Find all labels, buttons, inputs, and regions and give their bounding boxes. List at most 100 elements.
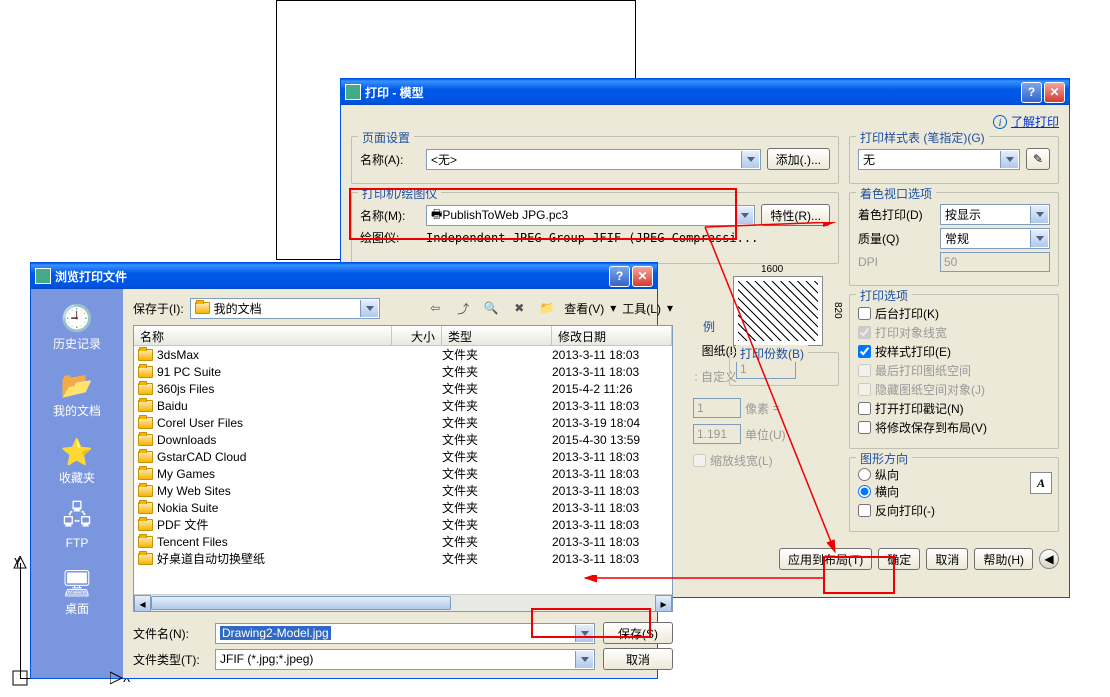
- file-type-select[interactable]: JFIF (*.jpg;*.jpeg): [215, 649, 595, 670]
- newfolder-icon[interactable]: 📁: [536, 297, 558, 319]
- sidebar-item-docs[interactable]: 📂我的文档: [31, 364, 123, 427]
- browse-close-icon[interactable]: ✕: [632, 266, 653, 287]
- opt-stamp-check[interactable]: 打开打印戳记(N): [858, 400, 1050, 417]
- opt-bg-check[interactable]: 后台打印(K): [858, 305, 1050, 322]
- ftp-icon: 🖧: [60, 502, 94, 536]
- printer-group: 打印机/绘图仪 名称(M): 🖶 PublishToWeb JPG.pc3 特性…: [351, 192, 839, 264]
- portrait-radio[interactable]: 纵向: [858, 466, 1050, 483]
- styles-edit-button[interactable]: ✎: [1026, 148, 1050, 170]
- reverse-check[interactable]: 反向打印(-): [858, 502, 1050, 519]
- help-button-icon[interactable]: ?: [1021, 82, 1042, 103]
- styles-legend: 打印样式表 (笔指定)(G): [856, 129, 989, 146]
- help-button[interactable]: 帮助(H): [974, 548, 1033, 570]
- file-name-input[interactable]: Drawing2-Model.jpg: [215, 623, 595, 644]
- opt-save-check[interactable]: 将修改保存到布局(V): [858, 419, 1050, 436]
- list-item[interactable]: Corel User Files文件夹2013-3-19 18:04: [134, 414, 672, 431]
- info-icon: i: [993, 115, 1007, 129]
- list-item[interactable]: Nokia Suite文件夹2013-3-11 18:03: [134, 499, 672, 516]
- browse-cancel-button[interactable]: 取消: [603, 648, 673, 670]
- col-name[interactable]: 名称: [134, 326, 392, 345]
- up-icon[interactable]: ⤴: [452, 297, 474, 319]
- shade-mode-select[interactable]: 按显示: [940, 204, 1050, 225]
- list-item[interactable]: PDF 文件文件夹2013-3-11 18:03: [134, 516, 672, 533]
- save-button[interactable]: 保存(S): [603, 622, 673, 644]
- print-title: 打印 - 模型: [365, 84, 424, 101]
- scale1-input: [693, 398, 741, 418]
- folder-icon: [138, 349, 153, 361]
- dpi-input: [940, 252, 1050, 272]
- copies-input[interactable]: [736, 359, 796, 379]
- save-in-select[interactable]: 我的文档: [190, 298, 380, 319]
- folder-icon: [138, 434, 153, 446]
- list-item[interactable]: Tencent Files文件夹2013-3-11 18:03: [134, 533, 672, 550]
- view-chevron[interactable]: ▾: [610, 301, 616, 315]
- printer-props-button[interactable]: 特性(R)...: [761, 204, 830, 226]
- eq-label: =: [773, 401, 780, 415]
- opt-bystyle-check[interactable]: 按样式打印(E): [858, 343, 1050, 360]
- options-legend: 打印选项: [856, 287, 912, 304]
- tools-menu[interactable]: 工具(L): [622, 300, 661, 317]
- scroll-left-icon[interactable]: ◂: [134, 595, 151, 612]
- landscape-radio[interactable]: 横向: [858, 483, 1050, 500]
- list-item[interactable]: 好桌道自动切换壁纸文件夹2013-3-11 18:03: [134, 550, 672, 567]
- collapse-button[interactable]: ◀: [1039, 549, 1059, 569]
- sidebar-item-desktop[interactable]: 🖥桌面: [31, 562, 123, 625]
- view-menu[interactable]: 查看(V): [564, 300, 604, 317]
- list-item[interactable]: 3dsMax文件夹2013-3-11 18:03: [134, 346, 672, 363]
- shade-group: 着色视口选项 着色打印(D)按显示 质量(Q)常规 DPI: [849, 192, 1059, 286]
- tools-chevron[interactable]: ▾: [667, 301, 673, 315]
- cancel-button[interactable]: 取消: [926, 548, 968, 570]
- scale-lineweight-check: 缩放线宽(L): [693, 452, 773, 469]
- back-icon[interactable]: ⇦: [424, 297, 446, 319]
- search-icon[interactable]: 🔍: [480, 297, 502, 319]
- browse-dialog: 浏览打印文件 ? ✕ 🕘历史记录 📂我的文档 ⭐收藏夹 🖧FTP 🖥桌面 保存于…: [30, 262, 658, 679]
- folder-icon: [138, 383, 153, 395]
- dpi-label: DPI: [858, 255, 934, 269]
- styles-group: 打印样式表 (笔指定)(G) 无 ✎: [849, 136, 1059, 184]
- list-item[interactable]: 91 PC Suite文件夹2013-3-11 18:03: [134, 363, 672, 380]
- file-list[interactable]: 名称 大小 类型 修改日期 3dsMax文件夹2013-3-11 18:0391…: [133, 325, 673, 612]
- opt-paperspace-check: 最后打印图纸空间: [858, 362, 1050, 379]
- page-name-select[interactable]: <无>: [426, 149, 761, 170]
- scroll-thumb[interactable]: [151, 596, 451, 610]
- col-date[interactable]: 修改日期: [552, 326, 672, 345]
- browse-titlebar[interactable]: 浏览打印文件 ? ✕: [31, 263, 657, 289]
- browse-help-icon[interactable]: ?: [609, 266, 630, 287]
- h-scrollbar[interactable]: ◂ ▸: [134, 594, 672, 611]
- folder-icon: [138, 451, 153, 463]
- learn-print-link[interactable]: 了解打印: [1011, 113, 1059, 130]
- list-item[interactable]: Baidu文件夹2013-3-11 18:03: [134, 397, 672, 414]
- folder-icon: [138, 400, 153, 412]
- folder-icon: [138, 468, 153, 480]
- delete-icon[interactable]: ✖: [508, 297, 530, 319]
- print-titlebar[interactable]: 打印 - 模型 ? ✕: [341, 79, 1069, 105]
- col-type[interactable]: 类型: [442, 326, 552, 345]
- list-item[interactable]: 360js Files文件夹2015-4-2 11:26: [134, 380, 672, 397]
- plotter-label: 绘图仪:: [360, 229, 420, 246]
- page-add-button[interactable]: 添加(.)...: [767, 148, 830, 170]
- sidebar-item-favorites[interactable]: ⭐收藏夹: [31, 431, 123, 494]
- col-size[interactable]: 大小: [392, 326, 442, 345]
- list-item[interactable]: My Web Sites文件夹2013-3-11 18:03: [134, 482, 672, 499]
- scroll-right-icon[interactable]: ▸: [655, 595, 672, 612]
- folder-icon: [138, 485, 153, 497]
- list-item[interactable]: Downloads文件夹2015-4-30 13:59: [134, 431, 672, 448]
- quality-select[interactable]: 常规: [940, 228, 1050, 249]
- list-item[interactable]: GstarCAD Cloud文件夹2013-3-11 18:03: [134, 448, 672, 465]
- ok-button[interactable]: 确定: [878, 548, 920, 570]
- app-icon: [345, 84, 361, 100]
- close-icon[interactable]: ✕: [1044, 82, 1065, 103]
- orientation-group: 图形方向 纵向 横向 反向打印(-) A: [849, 457, 1059, 532]
- browse-app-icon: [35, 268, 51, 284]
- styles-select[interactable]: 无: [858, 149, 1020, 170]
- file-list-header[interactable]: 名称 大小 类型 修改日期: [134, 326, 672, 346]
- copies-legend: 打印份数(B): [736, 345, 808, 362]
- list-item[interactable]: My Games文件夹2013-3-11 18:03: [134, 465, 672, 482]
- apply-layout-button[interactable]: 应用到布局(T): [779, 548, 872, 570]
- sidebar-item-history[interactable]: 🕘历史记录: [31, 297, 123, 360]
- page-name-label: 名称(A):: [360, 151, 420, 168]
- sidebar-item-ftp[interactable]: 🖧FTP: [31, 498, 123, 558]
- printer-name-select[interactable]: 🖶 PublishToWeb JPG.pc3: [426, 205, 755, 226]
- printer-legend: 打印机/绘图仪: [358, 185, 441, 202]
- page-setup-group: 页面设置 名称(A): <无> 添加(.)...: [351, 136, 839, 184]
